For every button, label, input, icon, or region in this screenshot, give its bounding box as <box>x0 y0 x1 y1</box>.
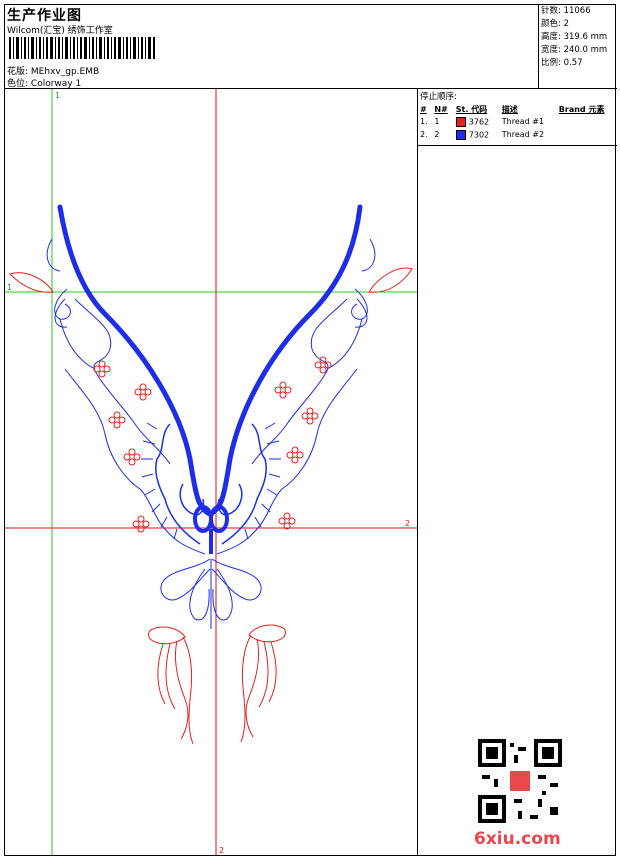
red-side-leaves <box>9 267 413 293</box>
panel-divider <box>418 145 617 146</box>
thread-table: # N# St. 代码 描述 Brand 元素 1. 1 3762 Thread… <box>418 103 618 141</box>
qr-code <box>478 739 562 823</box>
colorway-label: 色位: <box>7 79 29 89</box>
page-title: 生产作业图 <box>7 8 82 24</box>
col-desc: 描述 <box>501 104 518 114</box>
embroidery-design-preview: 1 1 2 2 <box>5 89 417 855</box>
blue-outline <box>46 238 376 555</box>
col-num: # <box>420 104 427 114</box>
thread-panel: 停止顺序: # N# St. 代码 描述 Brand 元素 1. 1 3762 … <box>417 89 617 855</box>
axis-label-h2: 2 <box>405 519 410 528</box>
guide-label-h1: 1 <box>7 283 12 292</box>
red-right-bow <box>240 624 286 743</box>
thread-table-header: # N# St. 代码 描述 Brand 元素 <box>418 103 618 115</box>
blue-bottom-loops <box>160 558 262 629</box>
barcode <box>9 37 155 59</box>
spec-stitches: 针数: 11066 <box>541 6 591 16</box>
production-sheet: 生产作业图 Wilcom(汇宝) 绣饰工作室 花版: MEhxv_gp.EMB … <box>4 4 617 856</box>
axis-label-v2: 2 <box>219 846 224 855</box>
spec-scale: 比例: 0.57 <box>541 58 583 68</box>
thread-color-swatch <box>455 129 466 140</box>
spec-panel: 针数: 11066 颜色: 2 高度: 319.6 mm 宽度: 240.0 m… <box>538 5 617 89</box>
thread-row: 2. 2 7302 Thread #2 <box>420 129 545 140</box>
collar-line <box>57 204 363 517</box>
spec-colors: 颜色: 2 <box>541 19 569 29</box>
col-brand: Brand 元素 <box>558 104 605 114</box>
col-n: N# <box>434 104 448 114</box>
sheet-header: 生产作业图 Wilcom(汇宝) 绣饰工作室 花版: MEhxv_gp.EMB … <box>5 5 617 89</box>
thread-color-swatch <box>455 116 466 127</box>
colorway-line: 色位: Colorway 1 <box>7 76 81 89</box>
red-left-bow <box>148 626 194 745</box>
guide-label-v1: 1 <box>55 91 60 100</box>
company-name: Wilcom(汇宝) 绣饰工作室 <box>7 26 113 36</box>
thread-row: 1. 1 3762 Thread #1 <box>420 116 545 127</box>
colorway-value: Colorway 1 <box>30 79 82 89</box>
watermark: 6xiu.com <box>474 829 561 849</box>
col-st: St. 代码 <box>455 104 488 114</box>
spec-height: 高度: 319.6 mm <box>541 32 608 42</box>
stop-sequence-label: 停止顺序: <box>420 92 457 102</box>
red-flowers <box>93 356 332 533</box>
spec-width: 宽度: 240.0 mm <box>541 45 608 55</box>
